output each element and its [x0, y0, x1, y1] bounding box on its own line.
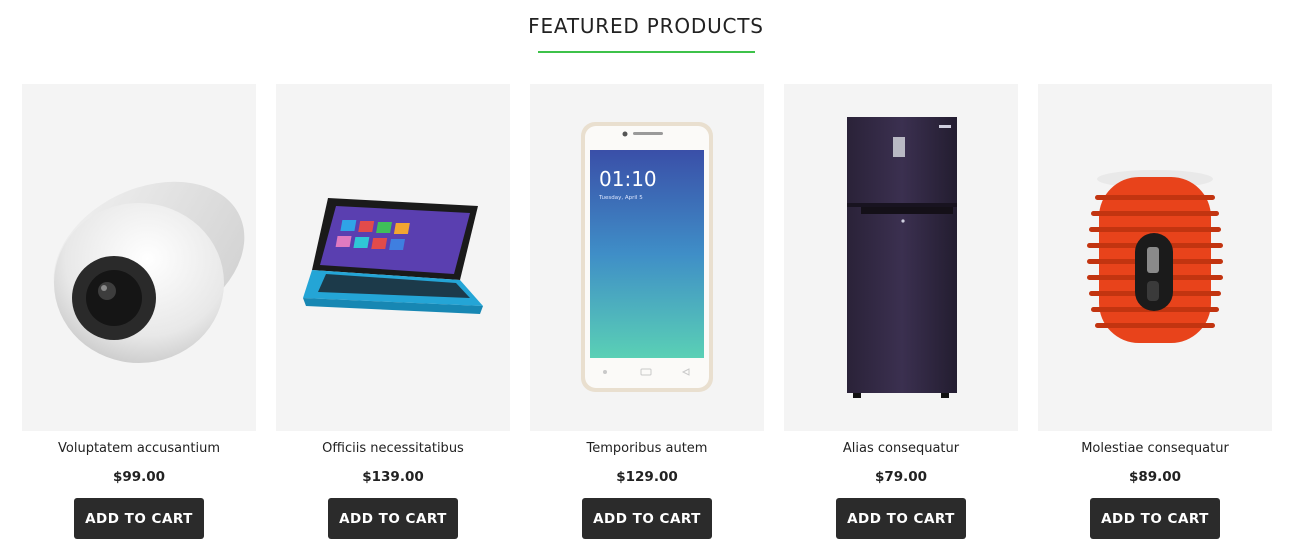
product-image-link[interactable]: 01:10 Tuesday, April 5	[530, 84, 764, 431]
add-to-cart-button[interactable]: ADD TO CART	[836, 498, 966, 539]
product-image-link[interactable]	[784, 84, 1018, 431]
product-card: Voluptatem accusantium $99.00 ADD TO CAR…	[22, 84, 256, 544]
phone-date: Tuesday, April 5	[598, 195, 643, 201]
product-image-link[interactable]	[22, 84, 256, 431]
dome-camera-image	[53, 181, 245, 363]
product-image-link[interactable]	[276, 84, 510, 431]
refrigerator-image	[847, 117, 957, 398]
add-to-cart-button[interactable]: ADD TO CART	[74, 498, 204, 539]
product-price: $129.00	[616, 469, 678, 485]
product-name[interactable]: Temporibus autem	[530, 441, 764, 456]
product-name[interactable]: Officiis necessitatibus	[276, 441, 510, 456]
product-name[interactable]: Voluptatem accusantium	[22, 441, 256, 456]
product-price: $89.00	[1128, 469, 1182, 485]
add-to-cart-button[interactable]: ADD TO CART	[328, 498, 458, 539]
title-underline	[538, 51, 755, 53]
phone-clock: 01:10	[599, 167, 657, 191]
add-to-cart-button[interactable]: ADD TO CART	[1090, 498, 1220, 539]
section-title: FEATURED PRODUCTS	[528, 14, 764, 38]
add-to-cart-button[interactable]: ADD TO CART	[582, 498, 712, 539]
smartphone-image: 01:10 Tuesday, April 5	[581, 122, 713, 392]
product-price: $99.00	[112, 469, 166, 485]
product-name[interactable]: Alias consequatur	[784, 441, 1018, 456]
product-card: 01:10 Tuesday, April 5 Temporibus autem …	[530, 84, 764, 544]
laptop-image	[303, 197, 483, 314]
product-card: Alias consequatur $79.00 ADD TO CART	[784, 84, 1018, 544]
product-name[interactable]: Molestiae consequatur	[1038, 441, 1272, 456]
product-price: $79.00	[874, 469, 928, 485]
product-image-link[interactable]	[1038, 84, 1272, 431]
speaker-image	[1087, 169, 1223, 343]
product-price: $139.00	[362, 469, 424, 485]
product-card: Officiis necessitatibus $139.00 ADD TO C…	[276, 84, 510, 544]
product-card: Molestiae consequatur $89.00 ADD TO CART	[1038, 84, 1272, 544]
product-grid: Voluptatem accusantium $99.00 ADD TO CAR…	[22, 84, 1272, 544]
